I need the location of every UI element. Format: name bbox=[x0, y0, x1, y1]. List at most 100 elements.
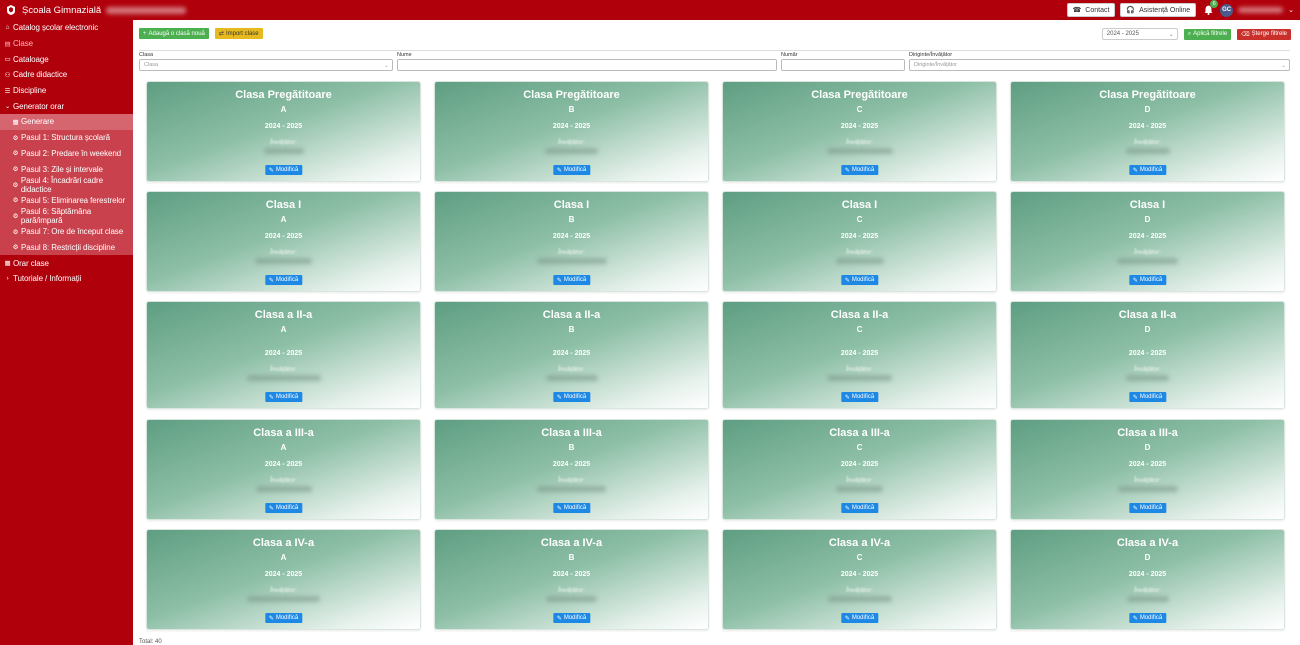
sidebar-item-generator[interactable]: ⌄ Generator orar bbox=[0, 98, 133, 114]
class-card-teacher-label: Învățător: bbox=[557, 366, 586, 373]
class-card-title: Clasa Pregătitoare bbox=[811, 89, 908, 101]
class-card-year: 2024 - 2025 bbox=[1128, 571, 1167, 578]
class-card-year: 2024 - 2025 bbox=[264, 461, 303, 468]
sidebar-item-label: Cataloage bbox=[13, 54, 49, 64]
edit-class-button[interactable]: ✎ Modifică bbox=[1128, 392, 1167, 402]
edit-class-button[interactable]: ✎ Modifică bbox=[552, 165, 591, 175]
user-name-redacted[interactable] bbox=[1238, 7, 1284, 13]
class-card-teacher-label: Învățător: bbox=[269, 366, 298, 373]
edit-class-button[interactable]: ✎ Modifică bbox=[552, 392, 591, 402]
sidebar-item-cataloage[interactable]: ▭ Cataloage bbox=[0, 51, 133, 67]
apply-filters-button[interactable]: ⌕ Aplică filtrele bbox=[1183, 28, 1232, 40]
filters-row: Clasa Clasa ⌄ Nume Număr Diriginte/Învăț… bbox=[139, 50, 1290, 75]
avatar[interactable]: GC bbox=[1220, 3, 1234, 17]
class-card-title: Clasa Pregătitoare bbox=[523, 89, 620, 101]
phone-icon: ☎ bbox=[1072, 7, 1082, 14]
edit-class-button[interactable]: ✎ Modifică bbox=[840, 503, 879, 513]
class-card: Clasa a IV-a C 2024 - 2025 Învățător: ✎ Modif… bbox=[722, 529, 997, 630]
edit-class-label: Modifică bbox=[275, 615, 299, 621]
chevron-down-icon[interactable]: ⌄ bbox=[1288, 6, 1294, 14]
school-year-value: 2024 - 2025 bbox=[1106, 31, 1139, 37]
edit-class-button[interactable]: ✎ Modifică bbox=[1128, 165, 1167, 175]
school-logo-icon[interactable] bbox=[5, 4, 17, 16]
home-icon: ⌂ bbox=[5, 24, 10, 32]
edit-class-button[interactable]: ✎ Modifică bbox=[264, 275, 303, 285]
edit-class-button[interactable]: ✎ Modifică bbox=[840, 613, 879, 623]
edit-class-label: Modifică bbox=[851, 505, 875, 511]
pencil-icon: ✎ bbox=[268, 505, 274, 512]
pencil-icon: ✎ bbox=[1132, 167, 1138, 174]
edit-class-button[interactable]: ✎ Modifică bbox=[840, 165, 879, 175]
filter-nume-input[interactable] bbox=[397, 59, 777, 71]
assist-online-button[interactable]: 🎧 Asistență Online bbox=[1120, 3, 1197, 17]
notifications-button[interactable]: 6 bbox=[1201, 0, 1219, 17]
class-card-teacher-label: Învățător: bbox=[269, 139, 298, 146]
filter-numar-input[interactable] bbox=[781, 59, 905, 71]
sidebar-item-orar-clase[interactable]: ▦ Orar clase bbox=[0, 255, 133, 271]
edit-class-button[interactable]: ✎ Modifică bbox=[264, 613, 303, 623]
total-count: Total: 40 bbox=[139, 639, 162, 645]
class-card-teacher-redacted bbox=[835, 258, 884, 264]
sidebar-item-clase[interactable]: ▤ Clase bbox=[0, 36, 133, 52]
edit-class-button[interactable]: ✎ Modifică bbox=[264, 503, 303, 513]
class-card-teacher-label: Învățător: bbox=[1133, 587, 1162, 594]
school-year-select[interactable]: 2024 - 2025 ⌄ bbox=[1101, 28, 1178, 40]
edit-class-button[interactable]: ✎ Modifică bbox=[1128, 613, 1167, 623]
sidebar-item-pasul-2[interactable]: ⚙ Pasul 2: Predare în weekend bbox=[0, 146, 133, 162]
filter-clasa-select[interactable]: Clasa ⌄ bbox=[139, 59, 393, 71]
pencil-icon: ✎ bbox=[1132, 394, 1138, 401]
school-name-redacted bbox=[106, 6, 187, 14]
class-card: Clasa a III-a A 2024 - 2025 Învățător: ✎ Modi… bbox=[146, 419, 421, 520]
class-card-year: 2024 - 2025 bbox=[264, 571, 303, 578]
sidebar-item-pasul-3[interactable]: ⚙ Pasul 3: Zile și intervale bbox=[0, 161, 133, 177]
sidebar-item-pasul-7[interactable]: ⚙ Pasul 7: Ore de început clase bbox=[0, 224, 133, 240]
class-card-letter: A bbox=[280, 105, 287, 114]
sidebar-item-cadre[interactable]: ⚇ Cadre didactice bbox=[0, 67, 133, 83]
sidebar-item-label: Clase bbox=[13, 39, 33, 49]
class-card-teacher-label: Învățător: bbox=[1133, 366, 1162, 373]
edit-class-button[interactable]: ✎ Modifică bbox=[1128, 503, 1167, 513]
sidebar-item-pasul-1[interactable]: ⚙ Pasul 1: Structura școlară bbox=[0, 130, 133, 146]
filter-nume: Nume bbox=[397, 51, 777, 71]
edit-class-button[interactable]: ✎ Modifică bbox=[264, 392, 303, 402]
sidebar-item-discipline[interactable]: ☰ Discipline bbox=[0, 83, 133, 99]
clear-filters-button[interactable]: ⌫ Șterge filtrele bbox=[1237, 28, 1291, 40]
sidebar-item-pasul-4[interactable]: ⚙ Pasul 4: Încadrări cadre didactice bbox=[0, 176, 133, 194]
class-card-teacher-label: Învățător: bbox=[1133, 139, 1162, 146]
filter-diriginte-select[interactable]: Diriginte/Învățător ⌄ bbox=[909, 59, 1290, 71]
edit-class-button[interactable]: ✎ Modifică bbox=[1128, 275, 1167, 285]
sidebar-item-tutoriale[interactable]: › Tutoriale / Informații bbox=[0, 271, 133, 287]
class-card-year: 2024 - 2025 bbox=[264, 350, 303, 357]
edit-class-button[interactable]: ✎ Modifică bbox=[552, 503, 591, 513]
edit-class-button[interactable]: ✎ Modifică bbox=[840, 275, 879, 285]
add-class-button[interactable]: + Adaugă o clasă nouă bbox=[139, 28, 209, 39]
pencil-icon: ✎ bbox=[556, 394, 562, 401]
class-card-title: Clasa I bbox=[841, 199, 878, 211]
import-classes-button[interactable]: ⇄ Import clase bbox=[214, 28, 263, 39]
edit-class-button[interactable]: ✎ Modifică bbox=[264, 165, 303, 175]
sidebar-item-pasul-6[interactable]: ⚙ Pasul 6: Săptămâna pară/impară bbox=[0, 207, 133, 225]
plus-icon: + bbox=[143, 30, 147, 37]
sidebar-item-pasul-5[interactable]: ⚙ Pasul 5: Eliminarea ferestrelor bbox=[0, 193, 133, 209]
class-card-teacher-redacted bbox=[1117, 258, 1178, 264]
filter-clasa-placeholder: Clasa bbox=[144, 62, 159, 68]
class-card: Clasa I A 2024 - 2025 Învățător: ✎ Modifică bbox=[146, 191, 421, 292]
edit-class-button[interactable]: ✎ Modifică bbox=[840, 392, 879, 402]
filter-diriginte-placeholder: Diriginte/Învățător bbox=[914, 62, 958, 68]
class-card-teacher-redacted bbox=[545, 148, 598, 154]
sidebar-item-generare[interactable]: ▦ Generare bbox=[0, 114, 133, 130]
sidebar: ⌂ Catalog școlar electronic ▤ Clase ▭ Catal… bbox=[0, 20, 133, 645]
class-card-teacher-redacted bbox=[1126, 596, 1169, 602]
class-card-year: 2024 - 2025 bbox=[552, 350, 591, 357]
edit-class-button[interactable]: ✎ Modifică bbox=[552, 275, 591, 285]
class-card-teacher-label: Învățător: bbox=[269, 249, 298, 256]
calendar-icon: ▦ bbox=[4, 260, 11, 268]
edit-class-button[interactable]: ✎ Modifică bbox=[552, 613, 591, 623]
add-class-label: Adaugă o clasă nouă bbox=[148, 30, 205, 37]
chevron-down-icon: ⌄ bbox=[383, 63, 389, 69]
class-card-year: 2024 - 2025 bbox=[840, 350, 879, 357]
contact-button[interactable]: ☎ Contact bbox=[1066, 3, 1116, 17]
class-card-teacher-redacted bbox=[827, 375, 892, 381]
sidebar-item-pasul-8[interactable]: ⚙ Pasul 8: Restricții discipline bbox=[0, 240, 133, 256]
sidebar-item-catalog[interactable]: ⌂ Catalog școlar electronic bbox=[0, 20, 133, 36]
